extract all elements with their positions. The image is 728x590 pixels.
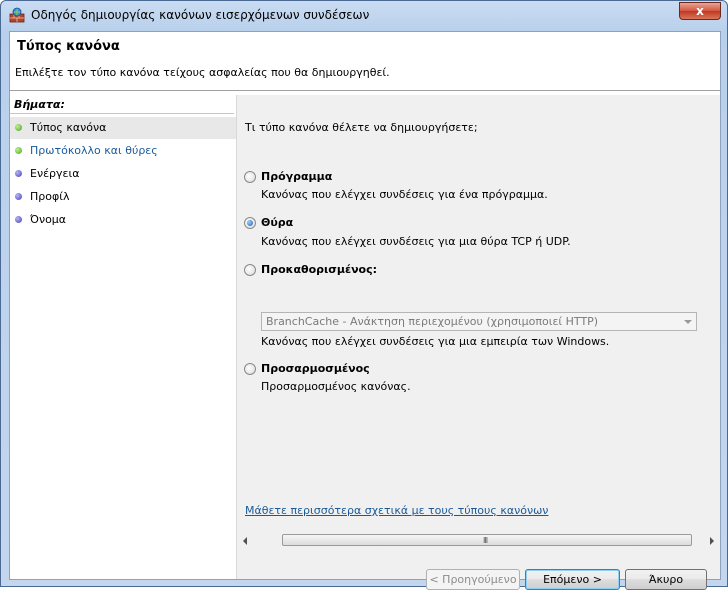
custom-option-description: Προσαρμοσμένος κανόνας. — [261, 380, 411, 393]
step-completed-icon — [15, 124, 22, 131]
step-name: Όνομα — [10, 209, 236, 231]
custom-option-title[interactable]: Προσαρμοσμένος — [261, 362, 370, 375]
predefined-radio[interactable] — [244, 264, 256, 276]
step-action: Ενέργεια — [10, 163, 236, 185]
page-header: Τύπος κανόνα Επιλέξτε τον τύπο κανόνα τε… — [10, 32, 720, 91]
step-pending-icon — [15, 216, 22, 223]
wizard-window: Οδηγός δημιουργίας κανόνων εισερχόμενων … — [0, 0, 728, 590]
steps-heading: Βήματα: — [14, 98, 65, 111]
close-button[interactable]: x — [679, 2, 721, 20]
port-option-title[interactable]: Θύρα — [261, 216, 293, 229]
step-label: Τύπος κανόνα — [30, 121, 107, 134]
step-label: Προφίλ — [30, 190, 70, 203]
window-title: Οδηγός δημιουργίας κανόνων εισερχόμενων … — [31, 8, 370, 22]
scroll-left-icon[interactable] — [243, 537, 247, 545]
predefined-rule-select[interactable]: BranchCache - Ανάκτηση περιεχομένου (χρη… — [261, 312, 697, 331]
horizontal-scrollbar[interactable]: III — [237, 532, 720, 549]
step-label[interactable]: Πρωτόκολλο και θύρες — [30, 144, 158, 157]
scrollbar-thumb[interactable]: III — [282, 534, 692, 546]
step-pending-icon — [15, 193, 22, 200]
page-title: Τύπος κανόνα — [17, 39, 120, 54]
custom-radio[interactable] — [244, 363, 256, 375]
step-protocol-ports[interactable]: Πρωτόκολλο και θύρες — [10, 140, 236, 162]
chevron-down-icon[interactable] — [684, 320, 692, 324]
port-radio[interactable] — [244, 217, 256, 229]
predefined-rule-select-value: BranchCache - Ανάκτηση περιεχομένου (χρη… — [266, 315, 599, 328]
predefined-option-description: Κανόνας που ελέγχει συνδέσεις για μια εμ… — [261, 335, 610, 348]
program-option-description: Κανόνας που ελέγχει συνδέσεις για ένα πρ… — [261, 188, 548, 201]
wizard-client-area: Τύπος κανόνα Επιλέξτε τον τύπο κανόνα τε… — [9, 31, 721, 590]
program-radio[interactable] — [244, 171, 256, 183]
scrollbar-grip: III — [483, 536, 488, 545]
step-profile: Προφίλ — [10, 186, 236, 208]
scroll-right-icon[interactable] — [710, 537, 714, 545]
firewall-icon — [9, 7, 25, 23]
step-label: Ενέργεια — [30, 167, 80, 180]
steps-panel: Βήματα: Τύπος κανόνα Πρωτόκολλο και θύρε… — [10, 95, 237, 579]
learn-more-link[interactable]: Μάθετε περισσότερα σχετικά με τους τύπου… — [245, 504, 548, 517]
program-option-title[interactable]: Πρόγραμμα — [261, 170, 332, 183]
step-rule-type: Τύπος κανόνα — [10, 117, 236, 139]
step-label: Όνομα — [30, 213, 67, 226]
predefined-option-title[interactable]: Προκαθορισμένος: — [261, 263, 377, 276]
port-option-description: Κανόνας που ελέγχει συνδέσεις για μια θύ… — [261, 235, 571, 248]
step-completed-icon — [15, 147, 22, 154]
step-pending-icon — [15, 170, 22, 177]
question-label: Τι τύπο κανόνα θέλετε να δημιουργήσετε; — [245, 121, 478, 134]
page-description: Επιλέξτε τον τύπο κανόνα τείχους ασφαλεί… — [15, 66, 390, 79]
title-bar: Οδηγός δημιουργίας κανόνων εισερχόμενων … — [1, 1, 727, 30]
main-content: Τι τύπο κανόνα θέλετε να δημιουργήσετε; … — [237, 95, 720, 590]
steps-divider — [10, 113, 234, 114]
